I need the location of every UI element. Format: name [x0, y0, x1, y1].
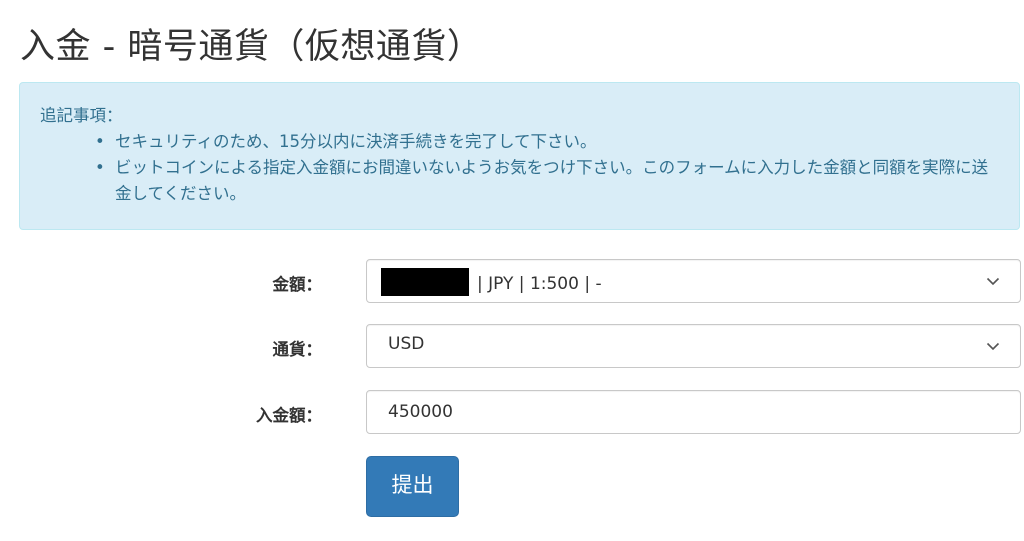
notice-list: • セキュリティのため、15分以内に決済手続きを完了して下さい。 • ビットコイ… [40, 129, 999, 207]
notice-heading: 追記事項： [40, 106, 123, 125]
amount-label: 入金額： [256, 406, 322, 425]
currency-select[interactable]: USD [366, 324, 1021, 368]
amount-input[interactable]: 450000 [366, 390, 1021, 434]
submit-button[interactable]: 提出 [366, 456, 459, 517]
notice-alert: 追記事項： • セキュリティのため、15分以内に決済手続きを完了して下さい。 •… [19, 82, 1020, 230]
amount-row: 入金額： 450000 [0, 390, 1024, 436]
deposit-page: 入金 - 暗号通貨（仮想通貨） 追記事項： • セキュリティのため、15分以内に… [0, 0, 1024, 541]
account-select[interactable]: | JPY | 1:500 | - [366, 259, 1021, 303]
account-label: 金額： [272, 275, 323, 294]
redacted-account-number [381, 268, 469, 296]
notice-item: • ビットコインによる指定入金額にお間違いないようお気をつけ下さい。このフォーム… [95, 155, 999, 207]
page-title: 入金 - 暗号通貨（仮想通貨） [20, 27, 483, 67]
bullet-icon: • [95, 132, 105, 151]
chevron-down-icon [986, 342, 1000, 351]
account-select-value: | JPY | 1:500 | - [381, 268, 602, 298]
currency-select-value: USD [388, 334, 425, 354]
chevron-down-icon [986, 277, 1000, 286]
bullet-icon: • [95, 158, 105, 177]
notice-item: • セキュリティのため、15分以内に決済手続きを完了して下さい。 [95, 129, 999, 155]
amount-input-value: 450000 [388, 402, 453, 422]
currency-row: 通貨： USD [0, 324, 1024, 370]
currency-label: 通貨： [272, 340, 323, 359]
account-select-text: | JPY | 1:500 | - [477, 274, 602, 294]
account-row: 金額： | JPY | 1:500 | - [0, 259, 1024, 305]
notice-item-text: セキュリティのため、15分以内に決済手続きを完了して下さい。 [115, 132, 597, 151]
notice-item-text: ビットコインによる指定入金額にお間違いないようお気をつけ下さい。このフォームに入… [115, 158, 989, 203]
